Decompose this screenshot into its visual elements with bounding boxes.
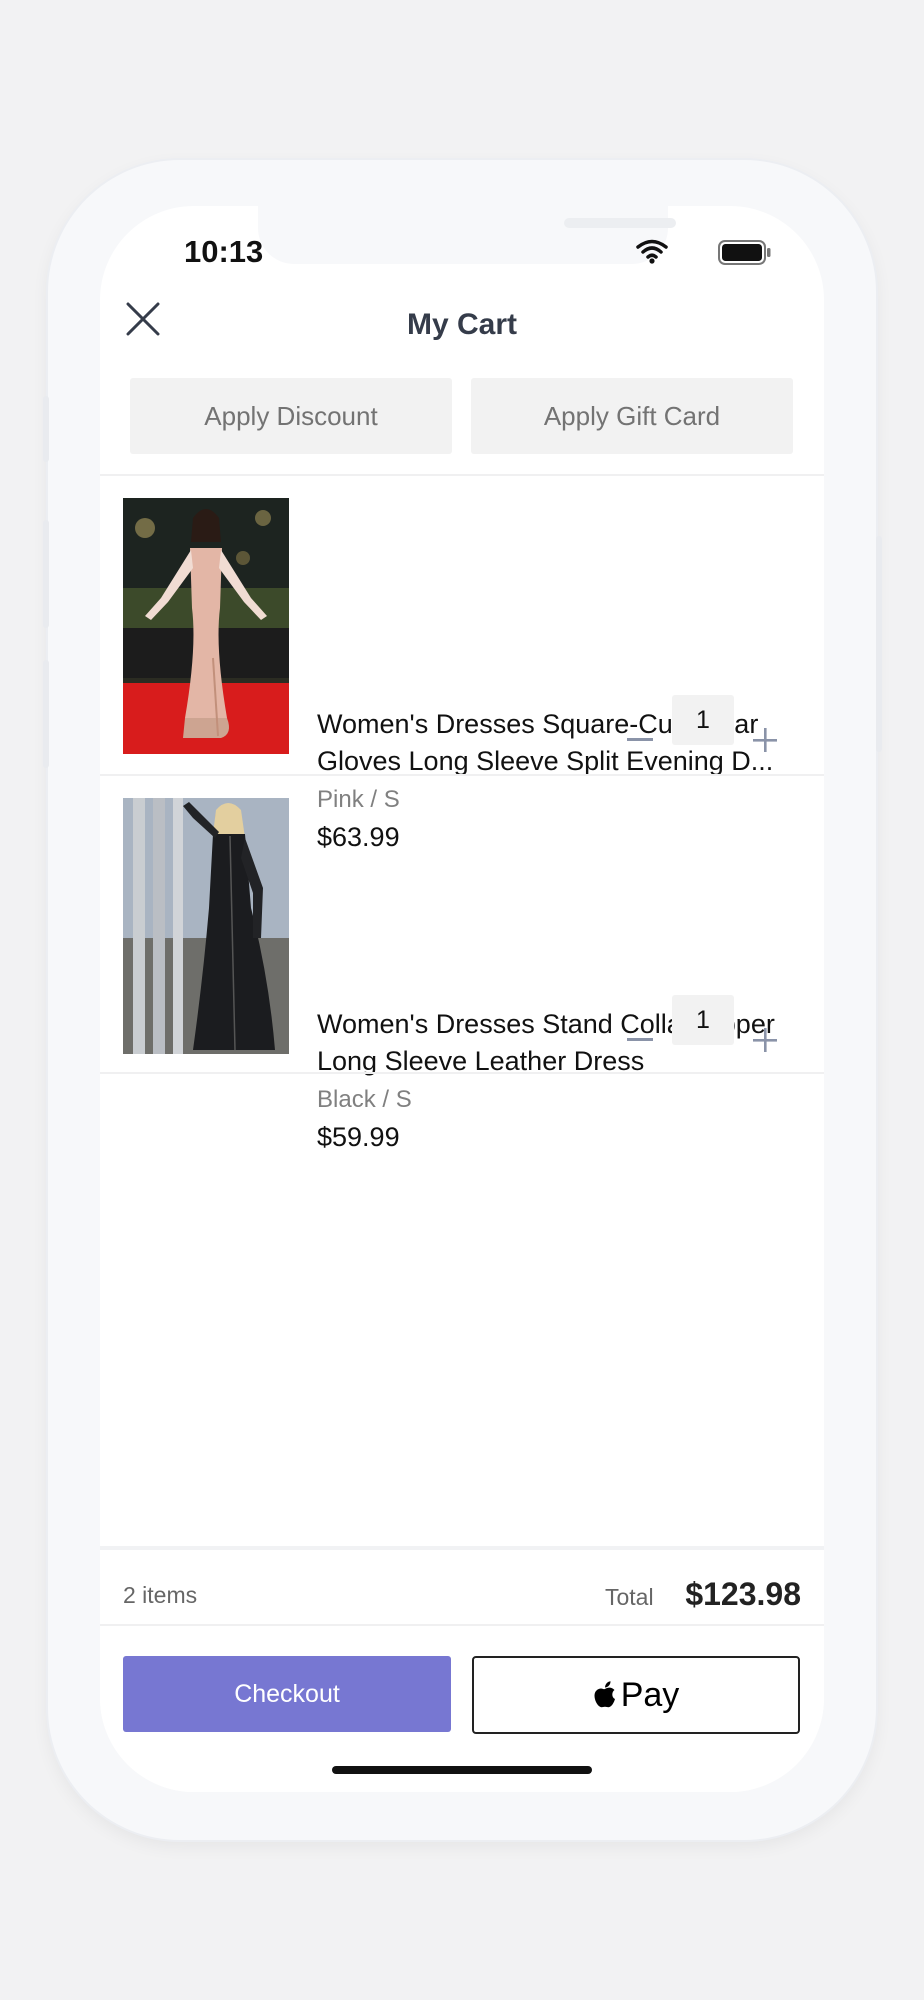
item-count: 2 items: [123, 1582, 198, 1608]
page-title: My Cart: [406, 308, 518, 341]
minus-icon: [627, 738, 653, 741]
checkout-button[interactable]: Checkout: [123, 1656, 451, 1732]
apply-gift-card-button[interactable]: Apply Gift Card: [471, 378, 793, 454]
divider: [100, 474, 824, 476]
volume-down-button: [43, 660, 49, 768]
divider: [100, 1072, 824, 1074]
product-image[interactable]: [123, 798, 289, 1054]
divider: [100, 1624, 824, 1626]
apple-logo-icon: [594, 1681, 615, 1708]
apple-pay-label: Pay: [620, 1675, 680, 1714]
power-button: [876, 536, 882, 752]
product-price: $59.99: [317, 1122, 400, 1152]
minus-icon: [627, 1038, 653, 1041]
app-screen: 10:13 My Cart Apply Discount Apply Gift …: [100, 206, 824, 1792]
total-amount: $123.98: [685, 1576, 801, 1612]
notch: [258, 206, 676, 264]
volume-up-button: [43, 520, 49, 628]
apple-pay-button[interactable]: Pay: [472, 1656, 800, 1734]
wifi-icon: [636, 239, 668, 264]
battery-icon: [718, 240, 771, 265]
total-label: Total: [605, 1584, 654, 1610]
quantity-value[interactable]: 1: [672, 695, 734, 745]
footer-divider: [100, 1546, 824, 1550]
product-variant: Black / S: [317, 1086, 412, 1113]
speaker: [564, 218, 676, 228]
increase-quantity-button[interactable]: [745, 720, 785, 760]
apply-discount-button[interactable]: Apply Discount: [130, 378, 452, 454]
decrease-quantity-button[interactable]: [620, 720, 660, 760]
home-indicator: [332, 1766, 592, 1774]
cart-footer: 2 items Total $123.98 Checkout Pay: [100, 1546, 824, 1792]
product-image[interactable]: [123, 498, 289, 754]
plus-icon: [753, 728, 777, 752]
plus-icon: [753, 1028, 777, 1052]
product-price: $63.99: [317, 822, 400, 852]
mute-switch: [43, 396, 49, 462]
quantity-value[interactable]: 1: [672, 995, 734, 1045]
increase-quantity-button[interactable]: [745, 1020, 785, 1060]
status-time: 10:13: [184, 234, 264, 269]
decrease-quantity-button[interactable]: [620, 1020, 660, 1060]
divider: [100, 774, 824, 776]
product-variant: Pink / S: [317, 786, 400, 813]
